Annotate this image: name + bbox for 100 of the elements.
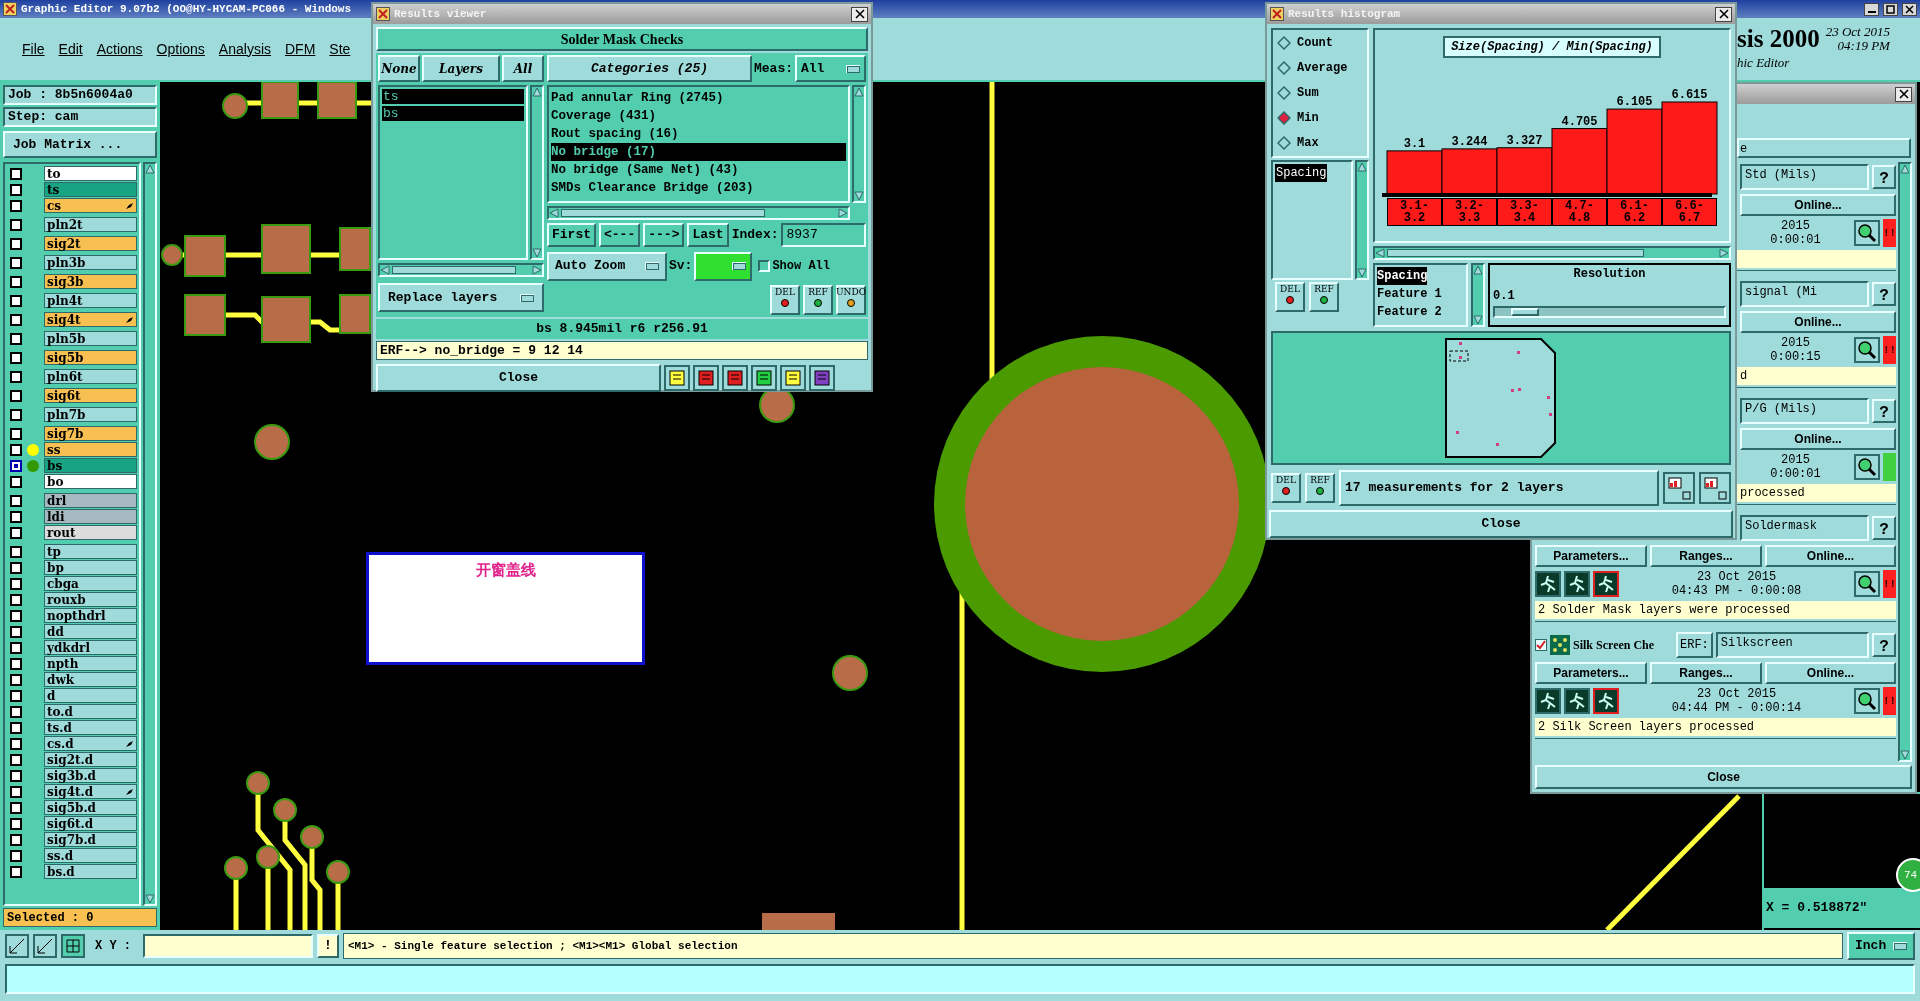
help-button[interactable]: ? <box>1872 282 1896 306</box>
layer-button[interactable]: pln2t <box>44 217 137 232</box>
alert-button[interactable]: ! <box>317 934 339 958</box>
layer-button[interactable]: pln6t <box>44 369 137 384</box>
show-all-checkbox[interactable] <box>758 260 771 272</box>
layer-button[interactable]: sig7b <box>44 426 137 441</box>
category-list-item[interactable]: SMDs Clearance Bridge (203) <box>551 179 846 197</box>
layer-checkbox[interactable] <box>10 641 22 654</box>
resolution-slider[interactable] <box>1493 306 1726 318</box>
layer-checkbox[interactable] <box>10 183 22 196</box>
layer-checkbox[interactable] <box>10 443 22 456</box>
layer-checkbox[interactable] <box>10 545 22 558</box>
minimize-button[interactable] <box>1864 2 1879 16</box>
layer-button[interactable]: pln7b <box>44 407 137 422</box>
index-field[interactable]: 8937 <box>781 223 866 247</box>
layer-button[interactable]: sig4t.d <box>44 784 137 799</box>
layer-checkbox[interactable] <box>10 577 22 590</box>
histogram-bar[interactable] <box>1551 128 1608 195</box>
layer-button[interactable]: rout <box>44 525 137 540</box>
layer-checkbox[interactable] <box>10 167 22 180</box>
layer-button[interactable]: bp <box>44 560 137 575</box>
magnifier-icon[interactable] <box>1854 688 1880 714</box>
scroll-up-icon[interactable] <box>1357 162 1367 172</box>
radio-diamond[interactable] <box>1277 86 1291 100</box>
layer-checkbox[interactable] <box>10 625 22 638</box>
severity-dropdown[interactable] <box>694 251 753 281</box>
radio-diamond[interactable] <box>1277 36 1291 51</box>
tool-button[interactable]: REF <box>1305 472 1335 503</box>
help-button[interactable]: ? <box>1872 165 1896 189</box>
command-line-field[interactable] <box>5 964 1915 994</box>
category-list-item[interactable]: Coverage (431) <box>551 107 846 125</box>
scroll-down-icon[interactable] <box>145 894 155 904</box>
layer-button[interactable]: ss.d <box>44 848 137 863</box>
online-button[interactable]: Online... <box>1765 662 1896 684</box>
layer-checkbox[interactable] <box>10 237 22 250</box>
layer-checkbox[interactable] <box>10 769 22 782</box>
horizontal-scrollbar[interactable] <box>378 263 544 277</box>
magnifier-icon[interactable] <box>1854 337 1880 363</box>
scroll-right-icon[interactable] <box>532 265 542 275</box>
histogram-bar[interactable] <box>1606 108 1663 195</box>
layer-checkbox[interactable] <box>10 753 22 766</box>
layer-checkbox[interactable] <box>10 689 22 702</box>
layer-checkbox[interactable] <box>10 389 22 402</box>
row-checkbox[interactable] <box>1535 639 1547 651</box>
layer-button[interactable]: rouxb <box>44 592 137 607</box>
layer-checkbox[interactable] <box>10 370 22 383</box>
layer-checkbox[interactable] <box>10 459 22 472</box>
layer-filter-button[interactable]: None <box>378 55 420 82</box>
layer-button[interactable]: to.d <box>44 704 137 719</box>
attribute-list-item[interactable]: Spacing <box>1275 164 1328 182</box>
chart-icon[interactable] <box>1663 471 1695 504</box>
scroll-up-icon[interactable] <box>854 87 864 97</box>
layer-checkbox[interactable] <box>10 865 22 878</box>
scroll-right-icon[interactable] <box>838 208 848 218</box>
layer-button[interactable]: sig6t.d <box>44 816 137 831</box>
layer-list-item[interactable]: ts <box>382 89 524 104</box>
layer-checkbox[interactable] <box>10 526 22 539</box>
layer-button[interactable]: sig4t <box>44 312 137 327</box>
layer-checkbox[interactable] <box>10 817 22 830</box>
tool-button[interactable]: DEL <box>1271 472 1301 503</box>
selection-tool-icon[interactable] <box>61 934 85 958</box>
run-icon[interactable] <box>1535 571 1561 597</box>
vertical-scrollbar[interactable] <box>852 85 866 203</box>
vertical-scrollbar[interactable] <box>1355 160 1369 280</box>
vertical-scrollbar[interactable] <box>143 162 157 906</box>
layer-button[interactable]: pln5b <box>44 331 137 346</box>
layer-button[interactable]: d <box>44 688 137 703</box>
erf-field[interactable]: signal (Mi <box>1740 281 1869 307</box>
scroll-down-icon[interactable] <box>1900 750 1910 760</box>
online-button[interactable]: Online... <box>1765 545 1896 567</box>
layer-checkbox[interactable] <box>10 199 22 212</box>
tool-button[interactable]: DEL <box>1275 282 1305 312</box>
scroll-left-icon[interactable] <box>549 208 559 218</box>
maximize-button[interactable] <box>1883 2 1898 16</box>
menu-item[interactable]: Options <box>156 38 205 60</box>
category-list-item[interactable]: Rout spacing (16) <box>551 125 846 143</box>
layer-checkbox[interactable] <box>10 313 22 326</box>
layer-button[interactable]: drl <box>44 493 137 508</box>
tool-button[interactable]: UNDO <box>836 285 866 315</box>
online-button[interactable]: Online... <box>1740 311 1896 333</box>
parameters-button[interactable]: Parameters... <box>1535 545 1647 567</box>
help-button[interactable]: ? <box>1872 516 1896 540</box>
layer-checkbox[interactable] <box>10 275 22 288</box>
chart-icon[interactable] <box>1699 471 1731 504</box>
layer-button[interactable]: sig2t.d <box>44 752 137 767</box>
vertical-scrollbar[interactable] <box>1898 162 1912 762</box>
erf-field[interactable]: P/G (Mils) <box>1740 398 1869 424</box>
layer-button[interactable]: ts <box>44 182 137 197</box>
erf-field[interactable]: Std (Mils) <box>1740 164 1869 190</box>
layer-button[interactable]: sig5b <box>44 350 137 365</box>
layer-checkbox[interactable] <box>10 427 22 440</box>
layer-checkbox[interactable] <box>10 256 22 269</box>
radio-diamond[interactable] <box>1277 61 1291 76</box>
field-list-item[interactable]: Feature 1 <box>1377 285 1442 303</box>
magnifier-icon[interactable] <box>1854 220 1880 246</box>
scroll-thumb[interactable] <box>1387 249 1645 257</box>
layer-button[interactable]: sig6t <box>44 388 137 403</box>
histogram-bar[interactable] <box>1661 101 1718 195</box>
category-list-item[interactable]: Pad annular Ring (2745) <box>551 89 846 107</box>
layer-filter-button[interactable]: All <box>502 55 544 82</box>
